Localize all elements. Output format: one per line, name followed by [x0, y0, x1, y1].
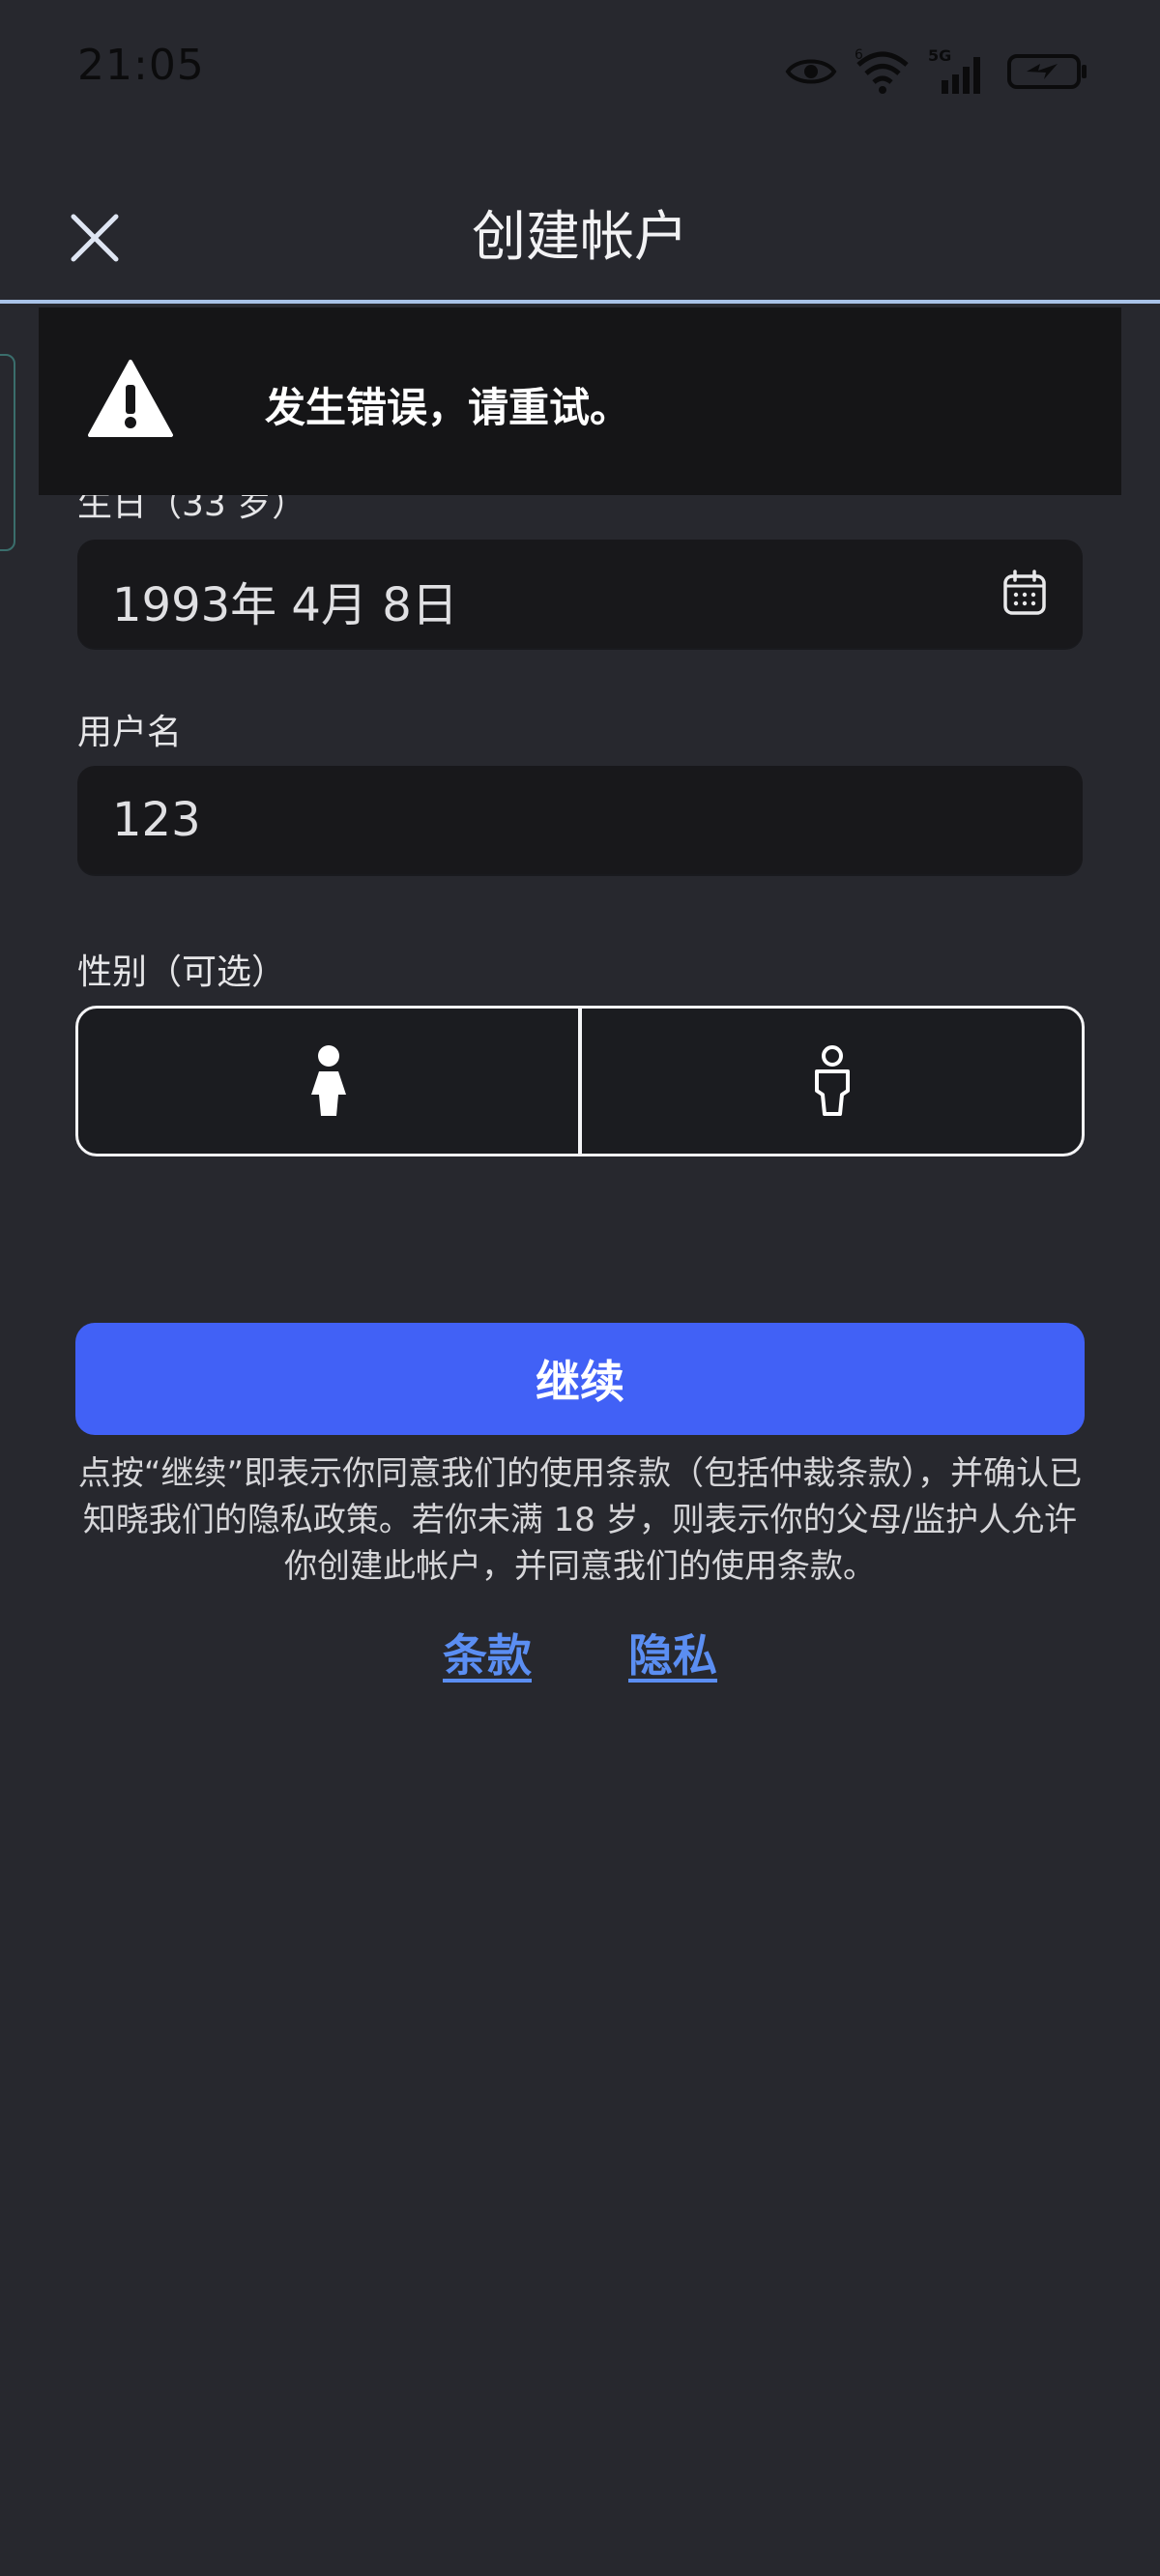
- warning-icon: [88, 360, 173, 437]
- wifi-icon: 6: [855, 47, 909, 94]
- status-bar: 21:05 6 5G: [0, 0, 1160, 145]
- page-title: 创建帐户: [472, 206, 688, 269]
- legal-text: 点按“继续”即表示你同意我们的使用条款（包括仲裁条款），并确认已知晓我们的隐私政…: [77, 1454, 1083, 1586]
- terms-link[interactable]: 条款: [443, 1621, 532, 1684]
- privacy-link[interactable]: 隐私: [628, 1621, 717, 1684]
- gender-option-female[interactable]: [78, 1009, 578, 1154]
- background-card-edge: [0, 354, 15, 551]
- wifi-generation-label: 6: [855, 47, 863, 63]
- username-value: 123: [112, 793, 201, 847]
- status-time: 21:05: [77, 41, 205, 90]
- username-field[interactable]: 123: [77, 766, 1083, 874]
- error-message: 发生错误，请重试。: [265, 384, 631, 431]
- error-toast: 发生错误，请重试。: [39, 307, 1121, 495]
- legal-links: 条款 隐私: [0, 1621, 1160, 1684]
- gender-selector: [75, 1006, 1085, 1156]
- male-icon: [814, 1045, 850, 1116]
- birthday-value: 1993年 4月 8日: [112, 578, 458, 632]
- eye-icon: [785, 59, 837, 84]
- battery-icon: [1007, 54, 1087, 89]
- female-icon: [310, 1045, 346, 1116]
- header-divider: [0, 300, 1160, 304]
- continue-button[interactable]: 继续: [75, 1323, 1085, 1435]
- username-label: 用户名: [77, 713, 183, 752]
- status-icons: 6 5G: [785, 43, 1088, 101]
- cellular-signal-icon: 5G: [928, 47, 980, 94]
- calendar-icon[interactable]: [1001, 569, 1048, 617]
- gender-option-male[interactable]: [578, 1009, 1082, 1154]
- network-type-label: 5G: [928, 47, 951, 65]
- gender-label: 性别（可选）: [77, 952, 287, 992]
- birthday-field[interactable]: 1993年 4月 8日: [77, 540, 1083, 648]
